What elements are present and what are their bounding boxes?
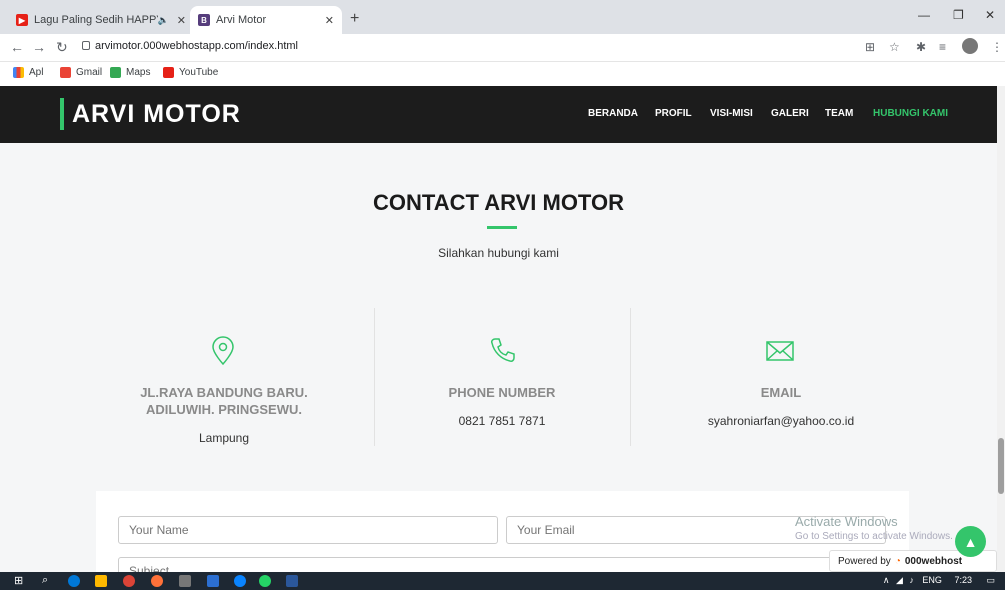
chrome-icon[interactable]	[123, 575, 135, 587]
powered-brand: 000webhost	[904, 555, 963, 567]
tray-chevron-icon[interactable]: ∧	[883, 575, 890, 585]
site-logo[interactable]: ARVI MOTOR	[60, 98, 241, 130]
browser-tab-bar: ▶ Lagu Paling Sedih HAPPY AS 🔈 ✕ B Arvi …	[0, 0, 1005, 34]
restore-button[interactable]: ❐	[953, 8, 964, 22]
tab-arvi-motor[interactable]: B Arvi Motor ✕	[190, 6, 342, 34]
contact-form	[96, 491, 909, 572]
search-icon[interactable]: ⌕	[42, 574, 48, 587]
phone-icon	[491, 338, 515, 362]
bootstrap-favicon-icon: B	[198, 14, 210, 26]
email-column: EMAIL syahroniarfan@yahoo.co.id	[650, 384, 912, 428]
email-title: EMAIL	[760, 385, 802, 400]
phone-column: PHONE NUMBER 0821 7851 7871	[395, 384, 609, 428]
whatsapp-icon[interactable]	[259, 575, 271, 587]
close-tab-icon[interactable]: ✕	[325, 14, 334, 27]
forward-icon[interactable]: →	[32, 39, 46, 55]
activate-windows-title: Activate Windows	[795, 514, 898, 529]
bookmark-gmail[interactable]: Gmail	[60, 67, 102, 78]
activate-windows-sub: Go to Settings to activate Windows.	[795, 531, 953, 542]
firefox-icon[interactable]	[151, 575, 163, 587]
menu-icon[interactable]: ⋮	[991, 40, 1003, 54]
windows-taskbar: ⊞ ⌕ ∧ ◢ ♪ ENG 7:23 ▭	[0, 572, 1005, 590]
nav-visi-misi[interactable]: VISI-MISI	[710, 108, 753, 119]
bookmark-label: YouTube	[179, 67, 219, 78]
bookmark-apps[interactable]: Apl	[13, 67, 43, 78]
address-line2: ADILUWIH. PRINGSEWU.	[146, 402, 302, 417]
media-icon[interactable]: ≡	[939, 40, 946, 54]
notification-icon[interactable]: ▭	[986, 575, 995, 585]
tab-title: Lagu Paling Sedih HAPPY AS	[34, 14, 158, 26]
tab-youtube[interactable]: ▶ Lagu Paling Sedih HAPPY AS 🔈 ✕	[8, 6, 194, 34]
close-window-button[interactable]: ✕	[985, 8, 995, 22]
system-tray: ∧ ◢ ♪ ENG 7:23 ▭	[883, 575, 995, 586]
photoshop-icon[interactable]	[207, 575, 219, 587]
bookmark-maps[interactable]: Maps	[110, 67, 150, 78]
translate-icon[interactable]: ⊞	[865, 40, 875, 54]
tab-title: Arvi Motor	[216, 14, 267, 26]
nav-profil[interactable]: PROFIL	[655, 108, 692, 119]
bookmark-label: Maps	[126, 67, 151, 78]
audio-icon[interactable]: 🔈	[158, 15, 169, 26]
lock-icon	[82, 41, 90, 50]
scroll-top-button[interactable]: ▲	[955, 526, 986, 557]
column-divider	[374, 308, 375, 446]
envelope-icon	[766, 341, 794, 361]
bookmark-youtube[interactable]: YouTube	[163, 67, 218, 78]
bookmark-label: Apl	[29, 67, 44, 78]
subject-input[interactable]	[118, 557, 886, 572]
close-tab-icon[interactable]: ✕	[177, 14, 186, 27]
file-explorer-icon[interactable]	[95, 575, 107, 587]
site-header: ARVI MOTOR BERANDA PROFIL VISI-MISI GALE…	[0, 86, 997, 143]
extensions-icon[interactable]: ✱	[916, 40, 926, 54]
scrollbar-thumb[interactable]	[998, 438, 1004, 494]
chevron-up-icon: ▲	[963, 533, 978, 550]
network-icon[interactable]: ◢	[896, 575, 903, 585]
windows-start-icon[interactable]: ⊞	[14, 574, 23, 587]
phone-title: PHONE NUMBER	[448, 385, 556, 400]
address-bar: ← → ↻ arvimotor.000webhostapp.com/index.…	[0, 34, 1005, 62]
maps-icon	[110, 67, 121, 78]
email-value: syahroniarfan@yahoo.co.id	[707, 414, 855, 428]
youtube-icon	[163, 67, 174, 78]
address-line1: JL.RAYA BANDUNG BARU.	[140, 385, 308, 400]
nav-team[interactable]: TEAM	[825, 108, 853, 119]
edge-icon[interactable]	[68, 575, 80, 587]
new-tab-button[interactable]: +	[350, 10, 359, 28]
app-icon[interactable]	[179, 575, 191, 587]
bookmark-label: Gmail	[76, 67, 103, 78]
title-underline	[487, 226, 517, 229]
apps-grid-icon	[13, 67, 24, 78]
back-icon[interactable]: ←	[10, 39, 24, 55]
page-scrollbar[interactable]	[997, 86, 1005, 572]
map-pin-icon	[212, 336, 234, 366]
zoom-icon[interactable]	[234, 575, 246, 587]
phone-value: 0821 7851 7871	[458, 414, 546, 428]
star-icon[interactable]: ☆	[889, 40, 900, 54]
name-input[interactable]	[118, 516, 498, 544]
section-title: CONTACT ARVI MOTOR	[373, 190, 624, 215]
page-viewport: ARVI MOTOR BERANDA PROFIL VISI-MISI GALE…	[0, 86, 997, 572]
gmail-icon	[60, 67, 71, 78]
profile-avatar[interactable]	[962, 38, 978, 54]
webhost-logo-icon: ◔	[894, 555, 901, 567]
bookmarks-bar: Apl Gmail Maps YouTube	[0, 62, 1005, 86]
powered-by-label: Powered by	[838, 555, 891, 567]
nav-galeri[interactable]: GALERI	[771, 108, 809, 119]
volume-icon[interactable]: ♪	[909, 575, 914, 585]
youtube-favicon-icon: ▶	[16, 14, 28, 26]
address-value: Lampung	[198, 431, 250, 445]
column-divider	[630, 308, 631, 446]
clock[interactable]: 7:23	[954, 575, 972, 585]
section-subtitle: Silahkan hubungi kami	[438, 246, 559, 260]
url-field[interactable]: arvimotor.000webhostapp.com/index.html	[95, 40, 298, 52]
minimize-button[interactable]: —	[918, 8, 930, 22]
address-column: JL.RAYA BANDUNG BARU. ADILUWIH. PRINGSEW…	[118, 384, 330, 445]
reload-icon[interactable]: ↻	[56, 39, 68, 56]
language-indicator[interactable]: ENG	[922, 575, 942, 585]
word-icon[interactable]	[286, 575, 298, 587]
nav-beranda[interactable]: BERANDA	[588, 108, 638, 119]
nav-hubungi-kami[interactable]: HUBUNGI KAMI	[873, 108, 948, 119]
